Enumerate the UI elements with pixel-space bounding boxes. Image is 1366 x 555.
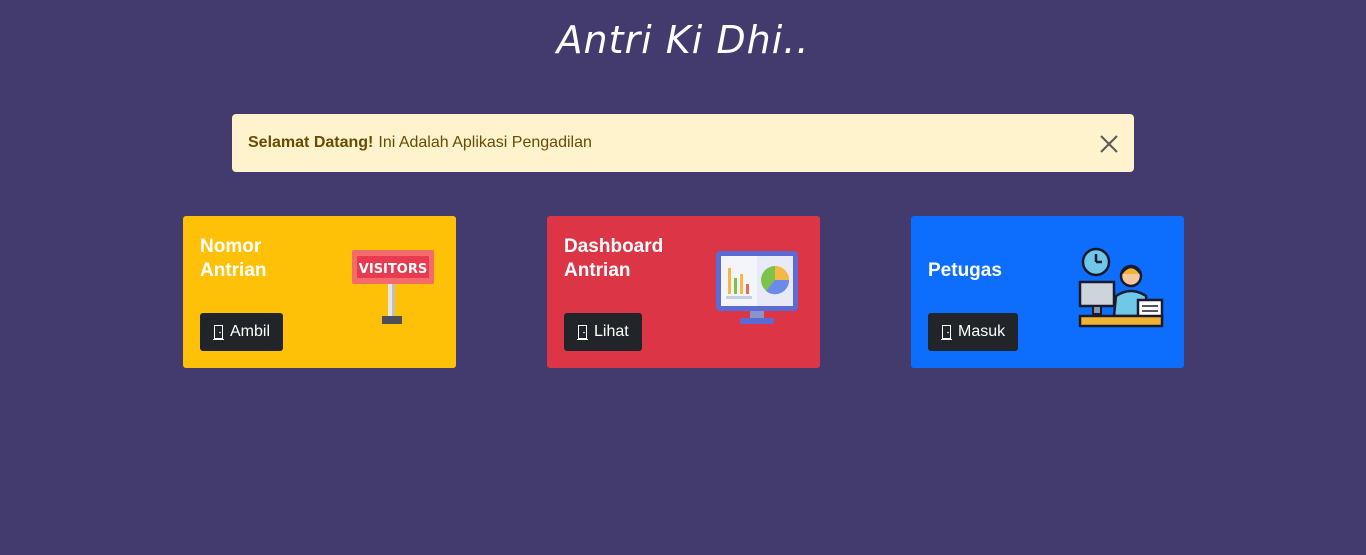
alert-message: Ini Adalah Aplikasi Pengadilan (378, 134, 592, 151)
card-dashboard-antrian: Dashboard Antrian Lihat (547, 216, 820, 368)
ambil-button[interactable]: Ambil (200, 313, 284, 351)
alert-strong-text: Selamat Datang! (248, 134, 374, 151)
lihat-button-label: Lihat (594, 323, 629, 340)
door-icon (213, 324, 224, 340)
visitors-sign-text: VISITORS (359, 262, 427, 277)
welcome-alert: Selamat Datang! Ini Adalah Aplikasi Peng… (232, 114, 1134, 172)
card-title: Nomor Antrian (200, 236, 267, 281)
lihat-button[interactable]: Lihat (564, 313, 642, 351)
officer-desk-icon (1078, 247, 1164, 328)
masuk-button[interactable]: Masuk (928, 313, 1019, 351)
door-icon (941, 324, 952, 340)
card-title: Dashboard Antrian (564, 236, 664, 281)
dashboard-monitor-icon (716, 251, 798, 324)
card-nomor-antrian: Nomor Antrian Ambil VISITORS (183, 216, 456, 368)
close-icon[interactable] (1098, 133, 1120, 155)
card-petugas: Petugas Masuk (911, 216, 1184, 368)
ambil-button-label: Ambil (230, 323, 271, 340)
door-icon (577, 324, 588, 340)
visitors-sign-icon: VISITORS (352, 250, 434, 324)
page-title: Antri Ki Dhi.. (556, 18, 810, 62)
card-title: Petugas (928, 260, 1002, 281)
masuk-button-label: Masuk (958, 323, 1006, 340)
